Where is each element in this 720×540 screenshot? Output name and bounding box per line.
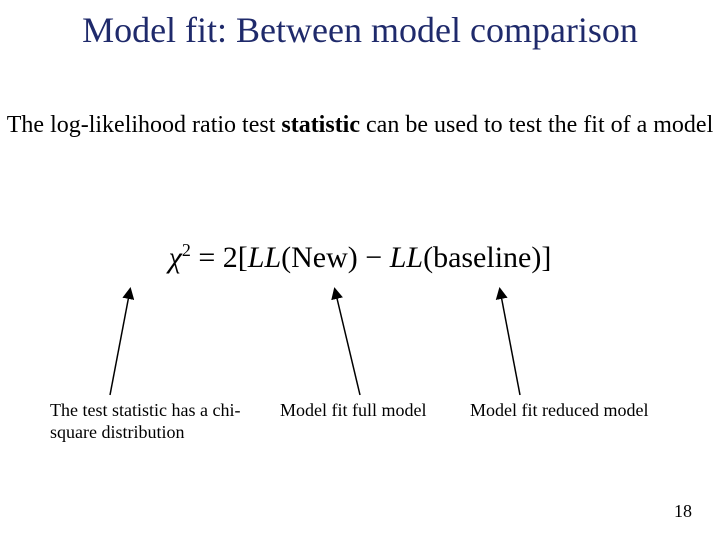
annotation-full-model: Model fit full model xyxy=(280,400,470,422)
formula-fn2: LL xyxy=(390,241,423,274)
slide-subtitle: The log-likelihood ratio test statistic … xyxy=(0,110,720,140)
arrow-left-icon xyxy=(110,290,130,395)
formula-arg1: (New) xyxy=(281,241,358,274)
annotation-chi-square: The test statistic has a chi-square dist… xyxy=(50,400,250,443)
formula-fn1: LL xyxy=(248,241,281,274)
formula: χ2 = 2[LL(New) − LL(baseline)] xyxy=(0,240,720,275)
page-number: 18 xyxy=(674,501,692,522)
arrow-mid-icon xyxy=(335,290,360,395)
slide-title: Model fit: Between model comparison xyxy=(0,10,720,51)
formula-eq: = xyxy=(191,241,223,274)
formula-coef: 2 xyxy=(223,241,238,274)
formula-arg2: (baseline) xyxy=(423,241,541,274)
subtitle-pre: The log-likelihood ratio test xyxy=(7,112,282,138)
subtitle-post: can be used to test the fit of a model xyxy=(360,112,713,138)
annotation-reduced-model: Model fit reduced model xyxy=(470,400,690,422)
chi-symbol: χ xyxy=(169,241,182,274)
formula-open: [ xyxy=(238,241,248,274)
formula-minus: − xyxy=(358,241,390,274)
chi-exponent: 2 xyxy=(182,240,191,260)
arrow-right-icon xyxy=(500,290,520,395)
formula-close: ] xyxy=(541,241,551,274)
subtitle-bold: statistic xyxy=(281,112,360,138)
